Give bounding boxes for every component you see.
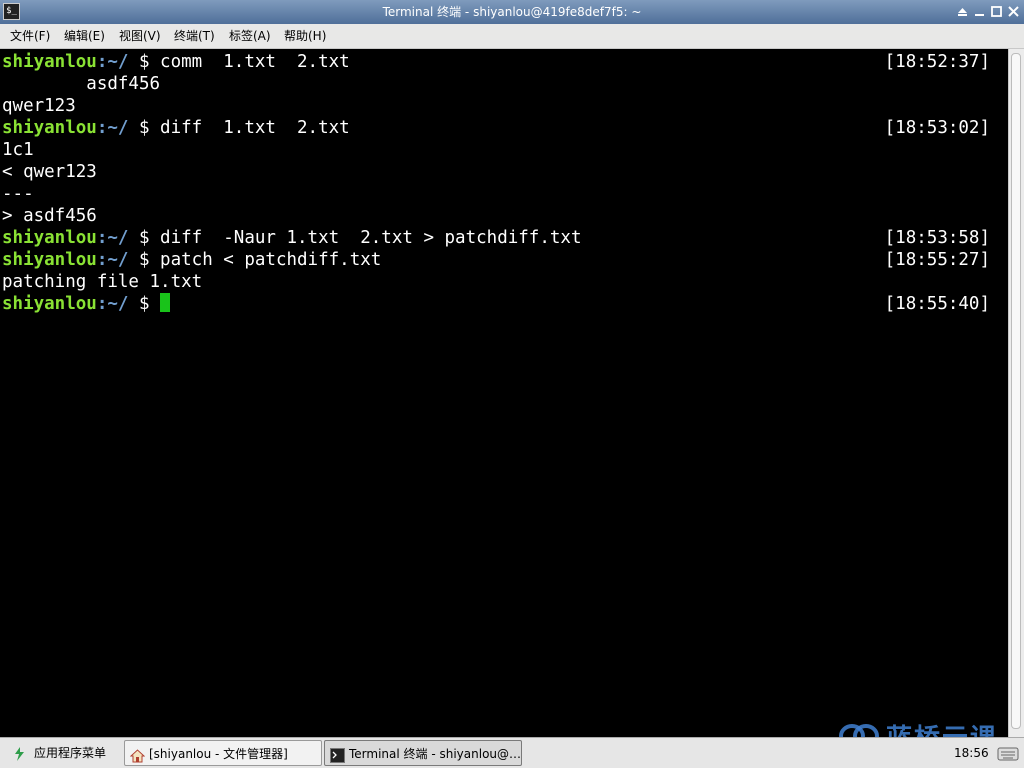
prompt-user: shiyanlou	[2, 118, 97, 138]
minimize-icon[interactable]	[972, 4, 987, 19]
prompt-user: shiyanlou	[2, 52, 97, 72]
prompt-line: shiyanlou:~/ $ diff 1.txt 2.txt	[2, 117, 350, 139]
command-text: $ diff 1.txt 2.txt	[128, 118, 350, 138]
prompt-user: shiyanlou	[2, 250, 97, 270]
text-cursor	[160, 293, 171, 312]
command-text: $ comm 1.txt 2.txt	[128, 52, 350, 72]
taskbar: 应用程序菜单 [shiyanlou - 文件管理器] Terminal 终端 -…	[0, 737, 1024, 768]
output-line: 1c1	[2, 140, 34, 160]
taskbar-file-manager-label: [shiyanlou - 文件管理器]	[149, 747, 288, 761]
taskbar-file-manager[interactable]: [shiyanlou - 文件管理器]	[124, 740, 322, 766]
window-title: Terminal 终端 - shiyanlou@419fe8def7f5: ~	[382, 5, 642, 19]
close-icon[interactable]	[1006, 4, 1021, 19]
output-line: asdf456	[2, 74, 161, 94]
shade-icon[interactable]	[955, 4, 970, 19]
menu-help[interactable]: 帮助(H)	[284, 24, 326, 49]
taskbar-terminal-label: Terminal 终端 - shiyanlou@…	[349, 747, 522, 761]
timestamp: [18:55:40]	[884, 294, 990, 314]
timestamp: [18:53:02]	[884, 118, 990, 138]
clock[interactable]: 18:56	[954, 738, 989, 768]
prompt-path: :~/	[96, 118, 129, 138]
command-text: $	[128, 294, 161, 314]
window-titlebar[interactable]: $_ Terminal 终端 - shiyanlou@419fe8def7f5:…	[0, 0, 1024, 24]
command-text: $ diff -Naur 1.txt 2.txt > patchdiff.txt	[128, 228, 582, 248]
prompt-line: shiyanlou:~/ $ patch < patchdiff.txt	[2, 249, 381, 271]
app-menu-label: 应用程序菜单	[34, 746, 107, 760]
timestamp: [18:53:58]	[884, 228, 990, 248]
vertical-scrollbar[interactable]	[1008, 49, 1024, 737]
scrollbar-thumb[interactable]	[1011, 53, 1021, 729]
maximize-icon[interactable]	[989, 4, 1004, 19]
home-folder-icon	[129, 746, 146, 763]
menu-bar: 文件(F) 编辑(E) 视图(V) 终端(T) 标签(A) 帮助(H)	[0, 24, 1024, 49]
prompt-user: shiyanlou	[2, 228, 97, 248]
prompt-path: :~/	[96, 52, 129, 72]
output-line: > asdf456	[2, 206, 97, 226]
app-menu-icon	[12, 745, 27, 761]
prompt-path: :~/	[96, 250, 129, 270]
menu-tabs[interactable]: 标签(A)	[229, 24, 271, 49]
output-line: patching file 1.txt	[2, 272, 203, 292]
timestamp: [18:52:37]	[884, 52, 990, 72]
timestamp: [18:55:27]	[884, 250, 990, 270]
app-menu-button[interactable]: 应用程序菜单	[6, 740, 118, 766]
prompt-line: shiyanlou:~/ $ comm 1.txt 2.txt	[2, 51, 350, 73]
prompt-path: :~/	[96, 228, 129, 248]
output-line: qwer123	[2, 96, 76, 116]
menu-edit[interactable]: 编辑(E)	[64, 24, 105, 49]
menu-file[interactable]: 文件(F)	[10, 24, 50, 49]
prompt-user: shiyanlou	[2, 294, 97, 314]
menu-terminal[interactable]: 终端(T)	[174, 24, 215, 49]
output-line: ---	[2, 184, 34, 204]
command-text: $ patch < patchdiff.txt	[128, 250, 382, 270]
terminal-area[interactable]: shiyanlou:~/ $ comm 1.txt 2.txt [18:52:3…	[0, 49, 1008, 737]
prompt-path: :~/	[96, 294, 129, 314]
prompt-line: shiyanlou:~/ $	[2, 293, 171, 315]
taskbar-terminal[interactable]: Terminal 终端 - shiyanlou@…	[324, 740, 522, 766]
prompt-line: shiyanlou:~/ $ diff -Naur 1.txt 2.txt > …	[2, 227, 581, 249]
output-line: < qwer123	[2, 162, 97, 182]
keyboard-icon[interactable]	[997, 746, 1019, 762]
menu-view[interactable]: 视图(V)	[119, 24, 161, 49]
terminal-icon	[330, 746, 345, 763]
